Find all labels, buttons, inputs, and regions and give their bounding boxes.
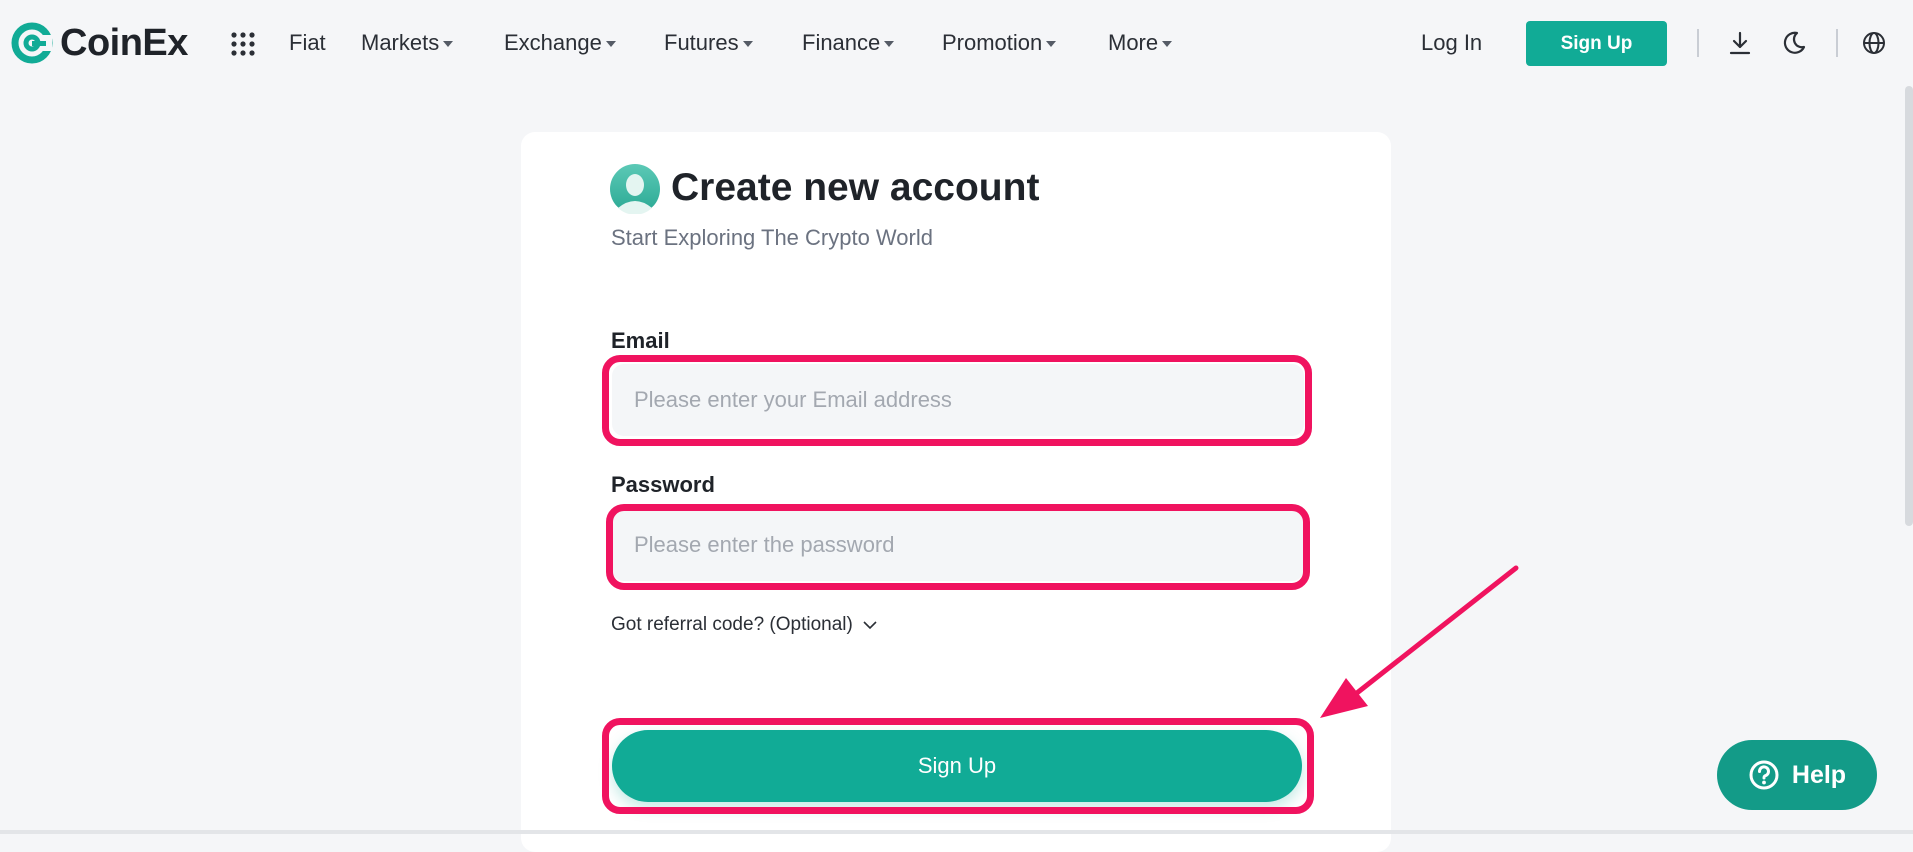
nav-item-more[interactable]: More — [1108, 27, 1173, 59]
globe-icon[interactable] — [1861, 30, 1887, 56]
page-title: Create new account — [671, 166, 1040, 209]
caret-down-icon — [742, 41, 753, 48]
header-divider — [1697, 29, 1699, 57]
page-scrollbar[interactable] — [1905, 86, 1913, 526]
header-signup-button[interactable]: Sign Up — [1526, 21, 1667, 66]
moon-icon[interactable] — [1781, 30, 1807, 56]
signup-submit-button[interactable]: Sign Up — [612, 730, 1302, 802]
page-subtitle: Start Exploring The Crypto World — [611, 225, 933, 250]
login-link[interactable]: Log In — [1421, 27, 1482, 59]
caret-down-icon — [1162, 41, 1173, 48]
chevron-down-icon — [863, 621, 877, 630]
help-label: Help — [1791, 760, 1847, 789]
caret-down-icon — [605, 41, 616, 48]
nav-item-fiat[interactable]: Fiat — [289, 27, 326, 59]
coinex-logo[interactable]: CoinEx — [10, 21, 188, 65]
email-input[interactable] — [612, 364, 1304, 436]
caret-down-icon — [1046, 41, 1057, 48]
nav-item-markets[interactable]: Markets — [361, 27, 454, 59]
nav-item-futures[interactable]: Futures — [664, 27, 753, 59]
question-circle-icon — [1749, 760, 1779, 790]
referral-code-toggle[interactable]: Got referral code? (Optional) — [611, 612, 877, 638]
email-label: Email — [611, 328, 670, 353]
logo-text: CoinEx — [60, 21, 188, 64]
nav-item-exchange[interactable]: Exchange — [504, 27, 616, 59]
caret-down-icon — [884, 41, 895, 48]
header-divider — [1836, 29, 1838, 57]
download-icon[interactable] — [1727, 30, 1753, 56]
help-button[interactable]: Help — [1717, 740, 1877, 810]
top-navbar: CoinEx Fiat Markets Exchange Futures Fin… — [0, 0, 1913, 86]
bottom-divider — [0, 830, 1913, 834]
user-avatar-icon — [610, 164, 660, 214]
apps-grid-icon[interactable] — [230, 31, 256, 57]
referral-code-label: Got referral code? (Optional) — [611, 614, 853, 635]
password-label: Password — [611, 472, 715, 497]
nav-item-promotion[interactable]: Promotion — [942, 27, 1057, 59]
password-input[interactable] — [612, 509, 1304, 581]
coinex-logo-icon — [11, 22, 53, 64]
caret-down-icon — [443, 41, 454, 48]
nav-item-finance[interactable]: Finance — [802, 27, 895, 59]
